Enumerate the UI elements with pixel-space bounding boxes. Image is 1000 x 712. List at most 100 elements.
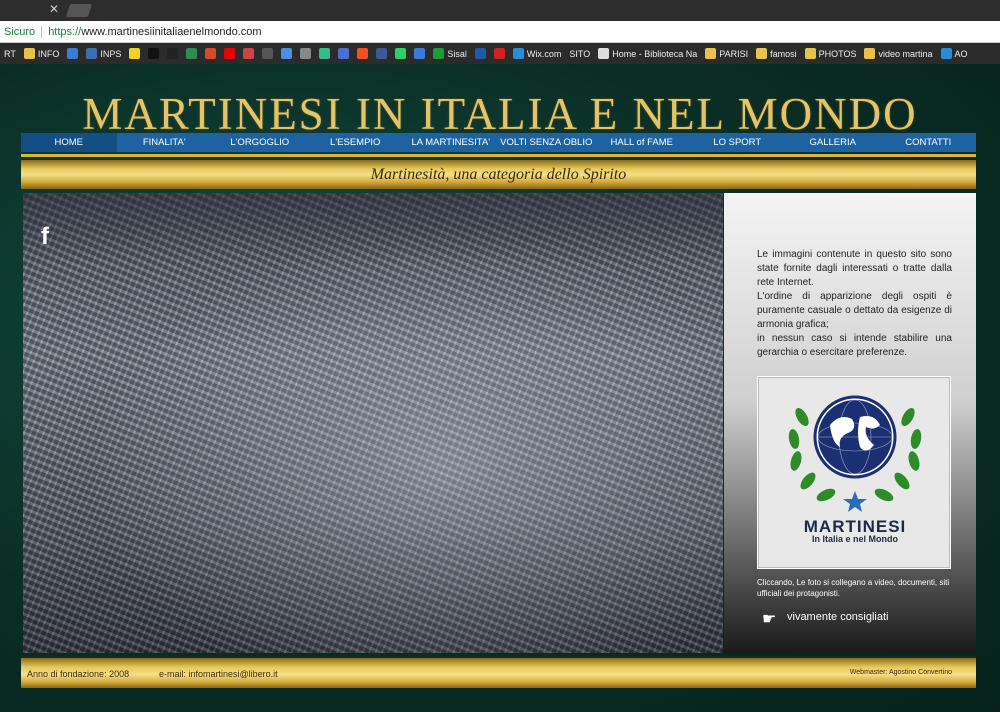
logo-card[interactable]: MARTINESI In Italia e nel Mondo — [757, 376, 951, 569]
bookmark-item[interactable] — [353, 43, 372, 64]
nav-divider — [21, 154, 976, 157]
facebook-icon — [376, 48, 388, 59]
bookmark-item[interactable] — [163, 43, 182, 64]
disclaimer-line: L'ordine di apparizione degli ospiti è p… — [757, 291, 952, 330]
sisal-icon — [433, 48, 445, 59]
youtube-icon — [224, 48, 236, 59]
wix-icon — [940, 48, 952, 59]
bookmark-item[interactable]: Sisal — [429, 43, 471, 64]
nav-item[interactable]: LO SPORT — [690, 133, 786, 152]
footer-band: Anno di fondazione: 2008 e-mail: infomar… — [21, 656, 976, 688]
amazon-icon — [167, 48, 179, 59]
bookmark-item[interactable] — [471, 43, 490, 64]
folder-icon — [804, 48, 816, 59]
bookmark-item[interactable]: famosi — [752, 43, 801, 64]
secure-label: Sicuro — [4, 25, 36, 38]
address-bar[interactable]: Sicuro https:// www.martinesiinitaliaene… — [0, 21, 1000, 43]
bookmark-item[interactable] — [296, 43, 315, 64]
whatsapp-icon — [395, 48, 407, 59]
bookmark-item[interactable] — [391, 43, 410, 64]
pointing-hand-icon: ☛ — [762, 611, 777, 628]
page-icon — [598, 48, 610, 59]
shield-icon — [414, 48, 426, 59]
facebook-icon[interactable]: f — [41, 223, 49, 251]
bookmark-item[interactable]: SITO — [565, 43, 594, 64]
app-icon — [300, 48, 312, 59]
bookmark-item[interactable]: INPS — [82, 43, 125, 64]
click-note: Cliccando, Le foto si collegano a video,… — [757, 578, 950, 598]
nav-item[interactable]: VOLTI SENZA OBLIO — [499, 133, 595, 152]
bookmark-item[interactable] — [201, 43, 220, 64]
bookmark-item[interactable] — [144, 43, 163, 64]
nav-item[interactable]: FINALITA' — [117, 133, 213, 152]
bookmark-item[interactable] — [410, 43, 429, 64]
url-scheme: https:// — [48, 25, 82, 38]
bookmark-label: INFO — [37, 48, 60, 59]
app-icon — [319, 48, 331, 59]
nav-item[interactable]: HALL of FAME — [594, 133, 690, 152]
webmaster-credit: Webmaster: Agostino Convertino — [849, 669, 952, 676]
folder-icon — [864, 48, 876, 59]
nav-item[interactable]: GALLERIA — [785, 133, 881, 152]
tagline-band: Martinesità, una categoria dello Spirito — [21, 160, 976, 189]
app-icon — [262, 48, 274, 59]
g-icon — [205, 48, 217, 59]
bookmark-item[interactable]: Home - Biblioteca Na — [594, 43, 701, 64]
nav-item[interactable]: L'ORGOGLIO — [212, 133, 308, 152]
bookmark-item[interactable] — [258, 43, 277, 64]
disclaimer-text: Le immagini contenute in questo sito son… — [757, 248, 952, 360]
bookmark-item[interactable] — [334, 43, 353, 64]
bookmark-item[interactable]: PARISI — [701, 43, 752, 64]
close-tab-icon[interactable]: ✕ — [49, 2, 59, 16]
bookmark-item[interactable]: RT — [0, 43, 20, 64]
bookmark-item[interactable] — [239, 43, 258, 64]
bookmark-item[interactable] — [125, 43, 144, 64]
bookmark-item[interactable]: AO — [937, 43, 972, 64]
bookmark-item[interactable]: video martina — [860, 43, 936, 64]
bookmark-item[interactable] — [220, 43, 239, 64]
nav-item[interactable]: HOME — [21, 133, 117, 152]
app-icon — [281, 48, 293, 59]
main-nav: HOME FINALITA' L'ORGOGLIO L'ESEMPIO LA MARTI… — [21, 133, 976, 152]
email-link[interactable]: e-mail: infomartinesi@libero.it — [159, 669, 278, 679]
windows-icon — [357, 48, 369, 59]
nav-item[interactable]: LA MARTINESITA' — [403, 133, 499, 152]
flag-icon — [186, 48, 198, 59]
nav-item[interactable]: CONTATTI — [881, 133, 977, 152]
bookmark-item[interactable] — [490, 43, 509, 64]
x-icon — [148, 48, 160, 59]
bookmark-item[interactable]: PHOTOS — [801, 43, 861, 64]
tagline: Martinesità, una categoria dello Spirito — [370, 165, 627, 183]
divider — [41, 25, 43, 38]
bookmark-label: Wix.com — [526, 48, 562, 59]
new-tab-button[interactable] — [65, 4, 93, 17]
bookmark-item[interactable] — [182, 43, 201, 64]
wix-icon — [512, 48, 524, 59]
hero-photo[interactable]: f — [23, 193, 723, 653]
bookmark-label: AO — [954, 48, 968, 59]
bookmark-label: Home - Biblioteca Na — [612, 48, 698, 59]
bookmark-item[interactable]: INFO — [20, 43, 64, 64]
side-panel: Le immagini contenute in questo sito son… — [724, 193, 976, 653]
tab-strip: ✕ — [0, 0, 1000, 21]
star-icon — [338, 48, 350, 59]
bookmark-label: INPS — [100, 48, 122, 59]
bookmark-label: SITO — [569, 48, 591, 59]
bookmark-item[interactable] — [315, 43, 334, 64]
bookmark-item[interactable]: Wix.com — [509, 43, 566, 64]
bookmark-label: famosi — [770, 48, 797, 59]
bookmark-item[interactable] — [277, 43, 296, 64]
bookmark-label: PHOTOS — [818, 48, 857, 59]
nav-item[interactable]: L'ESEMPIO — [308, 133, 404, 152]
disclaimer-line: in nessun caso si intende stabilire una … — [757, 333, 952, 358]
bookmark-item[interactable] — [63, 43, 82, 64]
url-text: www.martinesiinitaliaenelmondo.com — [81, 25, 262, 38]
inps-icon — [86, 48, 98, 59]
bookmark-item[interactable] — [372, 43, 391, 64]
pt-icon — [129, 48, 141, 59]
globe-laurel-logo — [788, 395, 922, 512]
founded-text: Anno di fondazione: 2008 — [27, 669, 130, 679]
bookmark-label: video martina — [878, 48, 933, 59]
photo-overlay — [23, 193, 723, 263]
arrow-icon — [67, 48, 79, 59]
